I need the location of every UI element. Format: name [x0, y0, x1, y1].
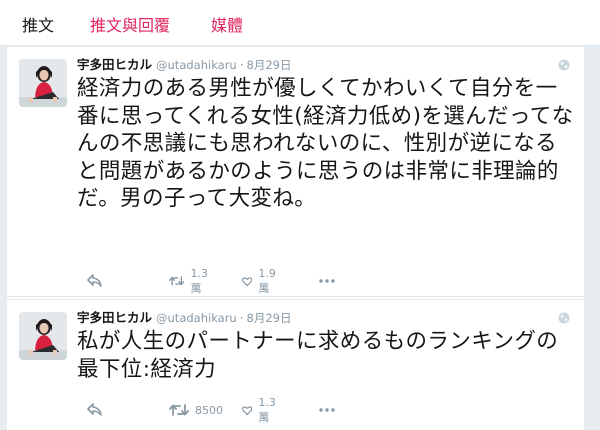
- timeline: 宇多田ヒカル @utadahikaru · 8月29日 経済力のある男性が優しくてかわ…: [7, 47, 584, 430]
- timestamp[interactable]: 8月29日: [247, 311, 292, 325]
- more-button[interactable]: [319, 271, 335, 291]
- tweet-text: 私が人生のパートナーに求めるものランキングの最下位:経済力: [77, 329, 559, 382]
- avatar-image: [19, 312, 67, 360]
- separator-dot: ·: [239, 58, 244, 72]
- tab-media[interactable]: 媒體: [211, 17, 243, 35]
- tweet[interactable]: 宇多田ヒカル @utadahikaru · 8月29日 経済力のある男性が優しくてかわ…: [7, 47, 584, 297]
- retweet-icon: [169, 404, 189, 416]
- retweet-button[interactable]: 8500: [169, 400, 223, 420]
- tweet[interactable]: 宇多田ヒカル @utadahikaru · 8月29日 私が人生のパートナーに求めるも…: [7, 299, 584, 430]
- avatar-image: [19, 59, 67, 107]
- heart-icon: [242, 405, 253, 415]
- like-count: 1.3萬: [258, 395, 276, 424]
- timestamp[interactable]: 8月29日: [247, 58, 292, 72]
- profile-tab-bar: 推文 推文與回覆 媒體: [0, 0, 600, 46]
- retweet-count: 1.3萬: [190, 266, 208, 295]
- retweet-icon: [169, 276, 185, 286]
- more-icon: [319, 279, 335, 283]
- tweet-header: 宇多田ヒカル @utadahikaru · 8月29日: [77, 57, 292, 73]
- reply-icon: [87, 403, 102, 416]
- display-name[interactable]: 宇多田ヒカル: [77, 310, 152, 325]
- globe-icon: [558, 59, 570, 71]
- reply-icon: [87, 274, 102, 287]
- username[interactable]: @utadahikaru: [156, 58, 237, 72]
- retweet-count: 8500: [195, 403, 223, 417]
- more-button[interactable]: [319, 400, 335, 420]
- heart-icon: [242, 276, 253, 286]
- more-icon: [319, 408, 335, 412]
- avatar[interactable]: [19, 312, 67, 360]
- avatar[interactable]: [19, 59, 67, 107]
- tab-tweets[interactable]: 推文: [22, 17, 54, 35]
- reply-button[interactable]: [87, 400, 103, 420]
- username[interactable]: @utadahikaru: [156, 311, 237, 325]
- like-button[interactable]: 1.3萬: [242, 396, 280, 424]
- like-count: 1.9萬: [258, 266, 276, 295]
- retweet-button[interactable]: 1.3萬: [169, 267, 213, 295]
- separator-dot: ·: [239, 311, 244, 325]
- like-button[interactable]: 1.9萬: [242, 267, 280, 295]
- tweet-text: 経済力のある男性が優しくてかわいくて自分を一番に思ってくれる女性(経済力低め)を…: [77, 76, 574, 212]
- tweet-header: 宇多田ヒカル @utadahikaru · 8月29日: [77, 310, 292, 326]
- reply-button[interactable]: [87, 271, 103, 291]
- tab-tweets-and-replies[interactable]: 推文與回覆: [90, 17, 170, 35]
- display-name[interactable]: 宇多田ヒカル: [77, 57, 152, 72]
- globe-icon: [558, 312, 570, 324]
